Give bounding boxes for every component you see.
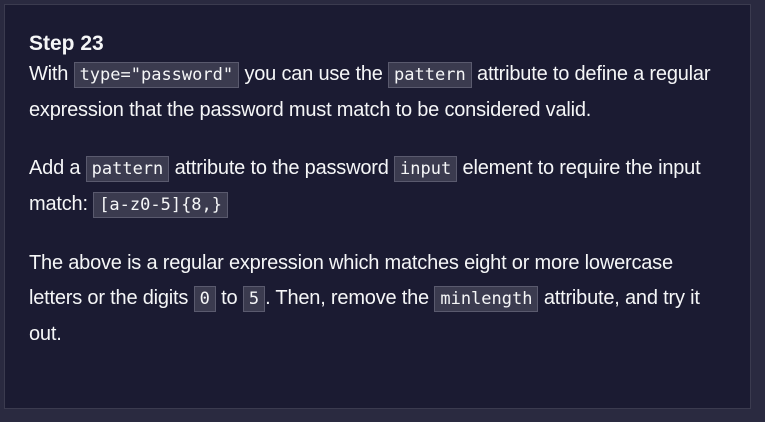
p1-text-1: With <box>29 63 74 85</box>
code-pattern-2: pattern <box>85 156 170 182</box>
instruction-paragraph-3: The above is a regular expression which … <box>29 246 726 352</box>
p3-text-2: to <box>215 287 243 309</box>
p1-text-2: you can use the <box>239 63 389 85</box>
instruction-paragraph-1: With type="password" you can use the pat… <box>29 57 726 128</box>
instructions-panel: Step 23 With type="password" you can use… <box>4 4 751 409</box>
p3-text-3: . Then, remove the <box>265 287 435 309</box>
instruction-paragraph-2: Add a pattern attribute to the password … <box>29 151 726 223</box>
code-pattern: pattern <box>388 62 472 88</box>
code-type-password: type="password" <box>73 62 240 88</box>
step-title: Step 23 <box>29 32 104 55</box>
code-input: input <box>394 156 458 182</box>
code-digit-5: 5 <box>242 286 266 312</box>
p2-text-1: Add a <box>29 157 86 179</box>
code-regex: [a-z0-5]{8,} <box>93 192 229 218</box>
code-digit-0: 0 <box>193 286 216 312</box>
code-minlength: minlength <box>434 286 539 312</box>
p2-text-2: attribute to the password <box>169 157 395 179</box>
